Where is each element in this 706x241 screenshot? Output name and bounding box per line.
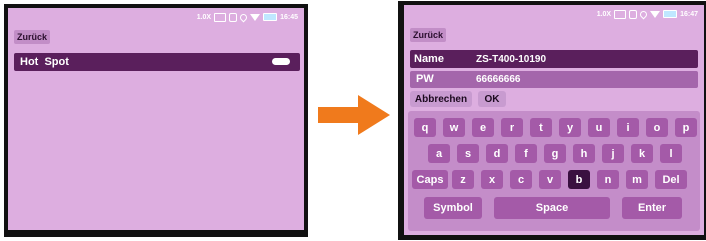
key-c[interactable]: c [510, 170, 532, 189]
key-m[interactable]: m [626, 170, 648, 189]
status-bar: 1.0X 16:47 [597, 8, 698, 20]
key-enter[interactable]: Enter [622, 197, 682, 219]
key-g[interactable]: g [544, 144, 566, 163]
key-h[interactable]: h [573, 144, 595, 163]
key-f[interactable]: f [515, 144, 537, 163]
key-del[interactable]: Del [655, 170, 687, 189]
key-l[interactable]: l [660, 144, 682, 163]
key-t[interactable]: t [530, 118, 552, 137]
key-z[interactable]: z [452, 170, 474, 189]
pw-value: 66666666 [476, 74, 521, 85]
key-o[interactable]: o [646, 118, 668, 137]
back-button[interactable]: Zurück [14, 30, 51, 44]
key-v[interactable]: v [539, 170, 561, 189]
ok-button[interactable]: OK [478, 91, 506, 107]
key-caps[interactable]: Caps [412, 170, 448, 189]
zoom-indicator: 1.0X [596, 10, 612, 18]
image-icon [214, 12, 227, 22]
key-d[interactable]: d [486, 144, 508, 163]
hotspot-row[interactable]: Hot Spot [14, 53, 300, 71]
name-value: ZS-T400-10190 [476, 54, 547, 65]
name-field[interactable]: Name ZS-T400-10190 [410, 50, 698, 68]
key-r[interactable]: r [501, 118, 523, 137]
clock: 16:45 [280, 13, 298, 21]
key-x[interactable]: x [481, 170, 503, 189]
battery-icon [263, 13, 278, 21]
key-k[interactable]: k [631, 144, 653, 163]
image-icon [614, 9, 627, 19]
right-device-frame: 1.0X 16:47 Zurück Name ZS-T400-10190 PW … [398, 1, 706, 240]
key-n[interactable]: n [597, 170, 619, 189]
wifi-icon [250, 13, 261, 21]
keyboard: q w e r t y u i o p a s d f g h j k l Caps z x c v b n m Del Symbol S… [408, 111, 700, 231]
key-e[interactable]: e [472, 118, 494, 137]
clock: 16:47 [680, 10, 698, 18]
arrow-right-icon [318, 95, 390, 135]
key-i[interactable]: i [617, 118, 639, 137]
key-y[interactable]: y [559, 118, 581, 137]
lock-icon [229, 12, 238, 22]
zoom-indicator: 1.0X [196, 13, 212, 21]
wifi-icon [650, 10, 661, 18]
key-w[interactable]: w [443, 118, 465, 137]
left-device-frame: 1.0X 16:45 Zurück Hot Spot [4, 4, 308, 237]
hotspot-label: Hot Spot [20, 56, 69, 68]
key-b[interactable]: b [568, 170, 590, 189]
name-label: Name [414, 53, 444, 65]
key-j[interactable]: j [602, 144, 624, 163]
location-icon [238, 12, 249, 22]
key-p[interactable]: p [675, 118, 697, 137]
hotspot-toggle[interactable] [272, 58, 290, 65]
key-u[interactable]: u [588, 118, 610, 137]
password-field[interactable]: PW 66666666 [410, 71, 698, 88]
cancel-button[interactable]: Abbrechen [410, 91, 472, 107]
key-a[interactable]: a [428, 144, 450, 163]
battery-icon [663, 10, 678, 18]
key-space[interactable]: Space [494, 197, 610, 219]
back-button[interactable]: Zurück [410, 28, 447, 42]
key-s[interactable]: s [457, 144, 479, 163]
key-symbol[interactable]: Symbol [424, 197, 482, 219]
status-bar: 1.0X 16:45 [197, 11, 298, 23]
key-q[interactable]: q [414, 118, 436, 137]
left-screen: 1.0X 16:45 Zurück Hot Spot [8, 8, 304, 230]
pw-label: PW [416, 73, 434, 85]
right-screen: 1.0X 16:47 Zurück Name ZS-T400-10190 PW … [404, 5, 704, 235]
lock-icon [629, 9, 638, 19]
location-icon [638, 9, 649, 19]
